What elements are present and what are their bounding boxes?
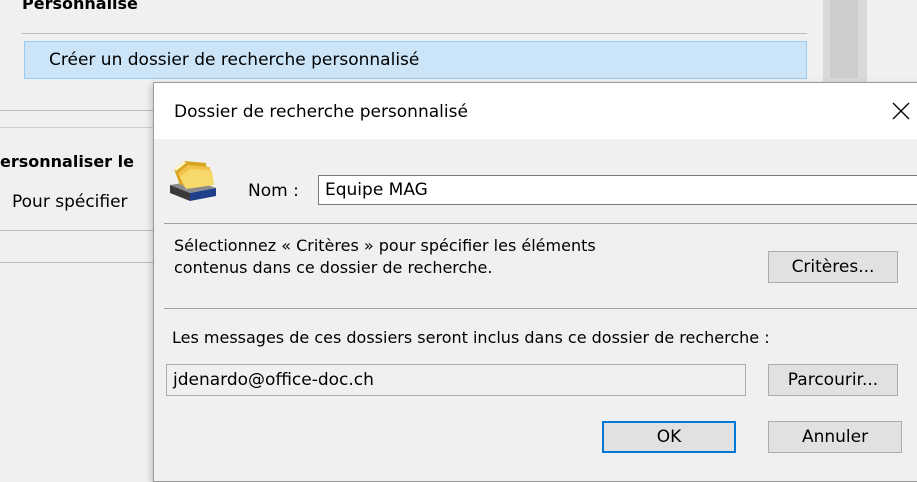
close-button[interactable]: [878, 91, 917, 131]
divider: [22, 33, 807, 34]
name-label: Nom :: [248, 181, 299, 201]
separator: [164, 308, 917, 309]
ok-button[interactable]: OK: [602, 421, 736, 453]
close-icon: [892, 102, 910, 120]
dialog-title: Dossier de recherche personnalisé: [174, 102, 468, 122]
list-item-create-search-folder[interactable]: Créer un dossier de recherche personnali…: [24, 41, 807, 79]
browse-button[interactable]: Parcourir...: [768, 364, 898, 396]
criteria-text-line: contenus dans ce dossier de recherche.: [174, 258, 493, 277]
folder-list-field[interactable]: jdenardo@office-doc.ch: [166, 364, 746, 396]
section-text: Pour spécifier: [12, 192, 128, 212]
separator: [164, 223, 917, 224]
divider: [0, 262, 155, 263]
divider: [0, 230, 155, 231]
list-item-label: Créer un dossier de recherche personnali…: [49, 50, 420, 70]
title-bar: Dossier de recherche personnalisé: [154, 83, 917, 139]
criteria-button[interactable]: Critères...: [768, 251, 898, 283]
criteria-description: Sélectionnez « Critères » pour spécifier…: [174, 235, 714, 279]
cancel-button[interactable]: Annuler: [768, 421, 902, 453]
search-folder-dialog: Dossier de recherche personnalisé Nom : …: [153, 82, 917, 482]
messages-label: Les messages de ces dossiers seront incl…: [172, 328, 770, 347]
section-heading: ersonnaliser le: [0, 152, 134, 171]
scrollbar-thumb[interactable]: [830, 0, 858, 78]
divider: [0, 110, 155, 111]
criteria-text-line: Sélectionnez « Critères » pour spécifier…: [174, 236, 596, 255]
divider: [0, 127, 155, 128]
section-header: Personnalise: [22, 0, 138, 13]
name-input[interactable]: [318, 175, 917, 205]
search-folder-icon: [170, 161, 216, 201]
